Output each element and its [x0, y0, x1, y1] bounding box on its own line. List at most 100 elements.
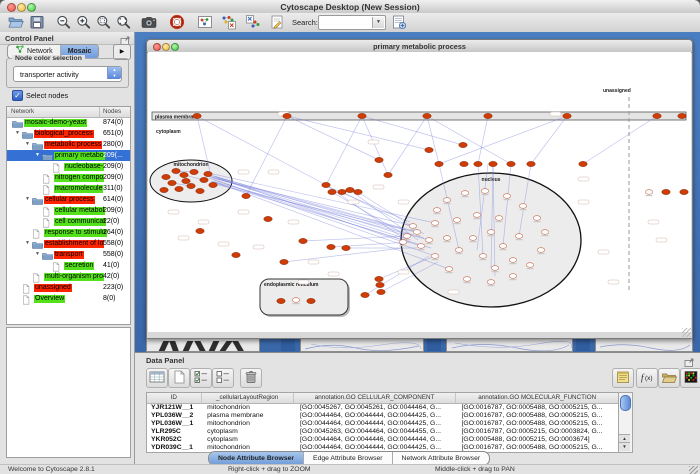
- tree-label: primary metabo: [54, 152, 105, 161]
- tree-column-network[interactable]: Network: [11, 108, 34, 115]
- attribute-table-rows: YJR121W__1mitochondrion[GO:0045267, GO:0…: [147, 404, 619, 452]
- expand-toggle-icon[interactable]: ▼: [35, 251, 40, 257]
- file-icon: [22, 284, 30, 294]
- search-label: Search:: [292, 18, 318, 27]
- table-row-ylr295c[interactable]: YLR295Ccytoplasm[GO:0045263, GO:0044464,…: [147, 428, 619, 436]
- column-header-annotation-go-cellular-component[interactable]: annotation.GO CELLULAR_COMPONENT: [294, 393, 457, 403]
- background-window[interactable]: [300, 338, 424, 352]
- tree-row-establishment-of-lo[interactable]: ▼establishment of lo558(0): [7, 238, 130, 249]
- status-pan-hint: Middle-click + drag to PAN: [435, 466, 515, 473]
- select-nodes-label: Select nodes: [26, 91, 68, 100]
- tree-row-transport[interactable]: ▼transport558(0): [7, 249, 130, 260]
- tree-row-nucleobase[interactable]: nucleobase-209(0): [7, 161, 130, 172]
- help-button[interactable]: [168, 14, 186, 30]
- column-header-cellularlayoutregion[interactable]: _cellularLayoutRegion: [202, 393, 294, 403]
- tree-row-cellular-process[interactable]: ▼cellular process614(0): [7, 194, 130, 205]
- select-all-attributes-button[interactable]: [190, 368, 212, 388]
- compartment-plasma-membrane: plasma membrane: [152, 112, 686, 121]
- unselect-all-attributes-button[interactable]: [212, 368, 234, 388]
- expand-toggle-icon[interactable]: ▼: [35, 152, 40, 158]
- tree-row-macromolecule[interactable]: macromolecule311(0): [7, 183, 130, 194]
- matrix-viewer-button[interactable]: [680, 368, 700, 388]
- network-view-window[interactable]: primary metabolic process plasma membran…: [146, 39, 693, 339]
- cell: [GO:0045263, GO:0044464, GO:0044455, G..…: [296, 428, 457, 436]
- tree-row-biological-process[interactable]: ▼biological_process651(0): [7, 128, 130, 139]
- table-row-ypl036w-2[interactable]: YPL036W__2plasma membrane[GO:0044464, GO…: [147, 412, 619, 420]
- annotation-button[interactable]: [268, 14, 286, 30]
- window-titlebar[interactable]: Cytoscape Desktop (New Session): [0, 0, 700, 14]
- cell: mitochondrion: [203, 420, 296, 428]
- expand-toggle-icon[interactable]: ▼: [25, 196, 30, 202]
- file-icon: [22, 295, 30, 305]
- tree-node-count: 874(0): [103, 119, 123, 126]
- tree-row-metabolic-process[interactable]: ▼metabolic process280(0): [7, 139, 130, 150]
- scrollbar-thumb[interactable]: [620, 395, 631, 411]
- tree-row-mosaic-demo-yeast[interactable]: mosaic-demo-yeast874(0): [7, 117, 130, 128]
- column-header-annotation-go-molecular-function[interactable]: annotation.GO MOLECULAR_FUNCTION: [456, 393, 619, 403]
- save-button[interactable]: [28, 14, 46, 30]
- select-nodes-checkbox[interactable]: ✓: [12, 90, 23, 101]
- search-dropdown-arrow[interactable]: ▼: [372, 17, 384, 28]
- float-panel-icon[interactable]: [120, 33, 131, 44]
- desktop-gap: [281, 338, 295, 351]
- window-resize-grip[interactable]: [689, 466, 698, 474]
- view-resize-grip[interactable]: [682, 328, 691, 337]
- scroll-down-button[interactable]: ▼: [619, 442, 630, 451]
- folder-icon: [32, 196, 43, 205]
- tree-row-secretion[interactable]: secretion41(0): [7, 260, 130, 271]
- tree-node-count: 42(0): [103, 273, 119, 280]
- delete-attribute-button[interactable]: [240, 368, 262, 388]
- node-color-dropdown[interactable]: transporter activity ▲▼: [13, 66, 122, 82]
- tree-row-response-to-stimulu[interactable]: response to stimulu264(0): [7, 227, 130, 238]
- network-canvas[interactable]: plasma membranecytoplasmmitochondrionnuc…: [148, 52, 691, 332]
- open-button[interactable]: [7, 14, 25, 30]
- tree-row-cellular-metabol[interactable]: cellular metabol209(0): [7, 205, 130, 216]
- float-data-panel-icon[interactable]: [684, 355, 695, 366]
- expand-toggle-icon[interactable]: ▼: [25, 141, 30, 147]
- tree-node-count: 558(0): [103, 251, 123, 258]
- background-window[interactable]: [595, 338, 693, 352]
- tree-row-nitrogen-compo[interactable]: nitrogen compo209(0): [7, 172, 130, 183]
- new-attribute-button[interactable]: [168, 368, 190, 388]
- background-window[interactable]: [146, 338, 260, 352]
- tree-row-overview[interactable]: Overview8(0): [7, 293, 130, 304]
- attribute-table[interactable]: ID_cellularLayoutRegionannotation.GO CEL…: [146, 392, 620, 453]
- table-row-yjr121w-1[interactable]: YJR121W__1mitochondrion[GO:0045267, GO:0…: [147, 404, 619, 412]
- import-attributes-button[interactable]: [658, 368, 680, 388]
- attribute-batch-editor-button[interactable]: [612, 368, 634, 388]
- folder-icon: [32, 141, 43, 150]
- tree-row-unassigned[interactable]: unassigned223(0): [7, 282, 130, 293]
- attribute-table-header[interactable]: ID_cellularLayoutRegionannotation.GO CEL…: [147, 393, 619, 404]
- search-input[interactable]: ▼: [318, 15, 386, 30]
- zoom-out-button[interactable]: [55, 14, 73, 30]
- table-row-ypl036w-1[interactable]: YPL036W__1mitochondrion[GO:0044464, GO:0…: [147, 420, 619, 428]
- snapshot-button[interactable]: [140, 14, 158, 30]
- matrix-viewer-icon: [681, 372, 700, 389]
- network-overview-button[interactable]: [196, 14, 214, 30]
- desktop-gap: [576, 338, 590, 351]
- expand-toggle-icon[interactable]: ▼: [15, 130, 20, 136]
- tree-row-primary-metabo[interactable]: ▼primary metabo209(...: [7, 150, 130, 161]
- zoom-fit-button[interactable]: [115, 14, 133, 30]
- background-window[interactable]: [446, 338, 573, 352]
- tree-row-cell-communicat[interactable]: cell communicat22(0): [7, 216, 130, 227]
- column-divider[interactable]: [99, 107, 100, 117]
- import-network-table-button[interactable]: [390, 14, 408, 30]
- tree-node-count: 22(0): [103, 218, 119, 225]
- expand-toggle-icon[interactable]: ▼: [25, 240, 30, 246]
- table-scrollbar[interactable]: ▲ ▼: [618, 392, 633, 453]
- svg-text:(x): (x): [645, 375, 653, 382]
- layout-nodes-b-button[interactable]: [244, 14, 262, 30]
- layout-nodes-a-button[interactable]: [220, 14, 238, 30]
- function-builder-button[interactable]: f(x): [636, 368, 658, 388]
- zoom-in-button[interactable]: [75, 14, 93, 30]
- zoom-region-button[interactable]: [95, 14, 113, 30]
- tree-column-nodes[interactable]: Nodes: [103, 108, 121, 115]
- column-header-id[interactable]: ID: [147, 393, 202, 403]
- tree-row-multi-organism-pro[interactable]: multi-organism pro42(0): [7, 271, 130, 282]
- table-row-ykr052c[interactable]: YKR052Ccytoplasm[GO:0044464, GO:0044446,…: [147, 436, 619, 444]
- tree-node-count: 614(0): [103, 196, 123, 203]
- dropdown-stepper-icon[interactable]: ▲▼: [107, 67, 121, 79]
- select-attributes-button[interactable]: [146, 368, 168, 388]
- cell: cytoplasm: [203, 428, 296, 436]
